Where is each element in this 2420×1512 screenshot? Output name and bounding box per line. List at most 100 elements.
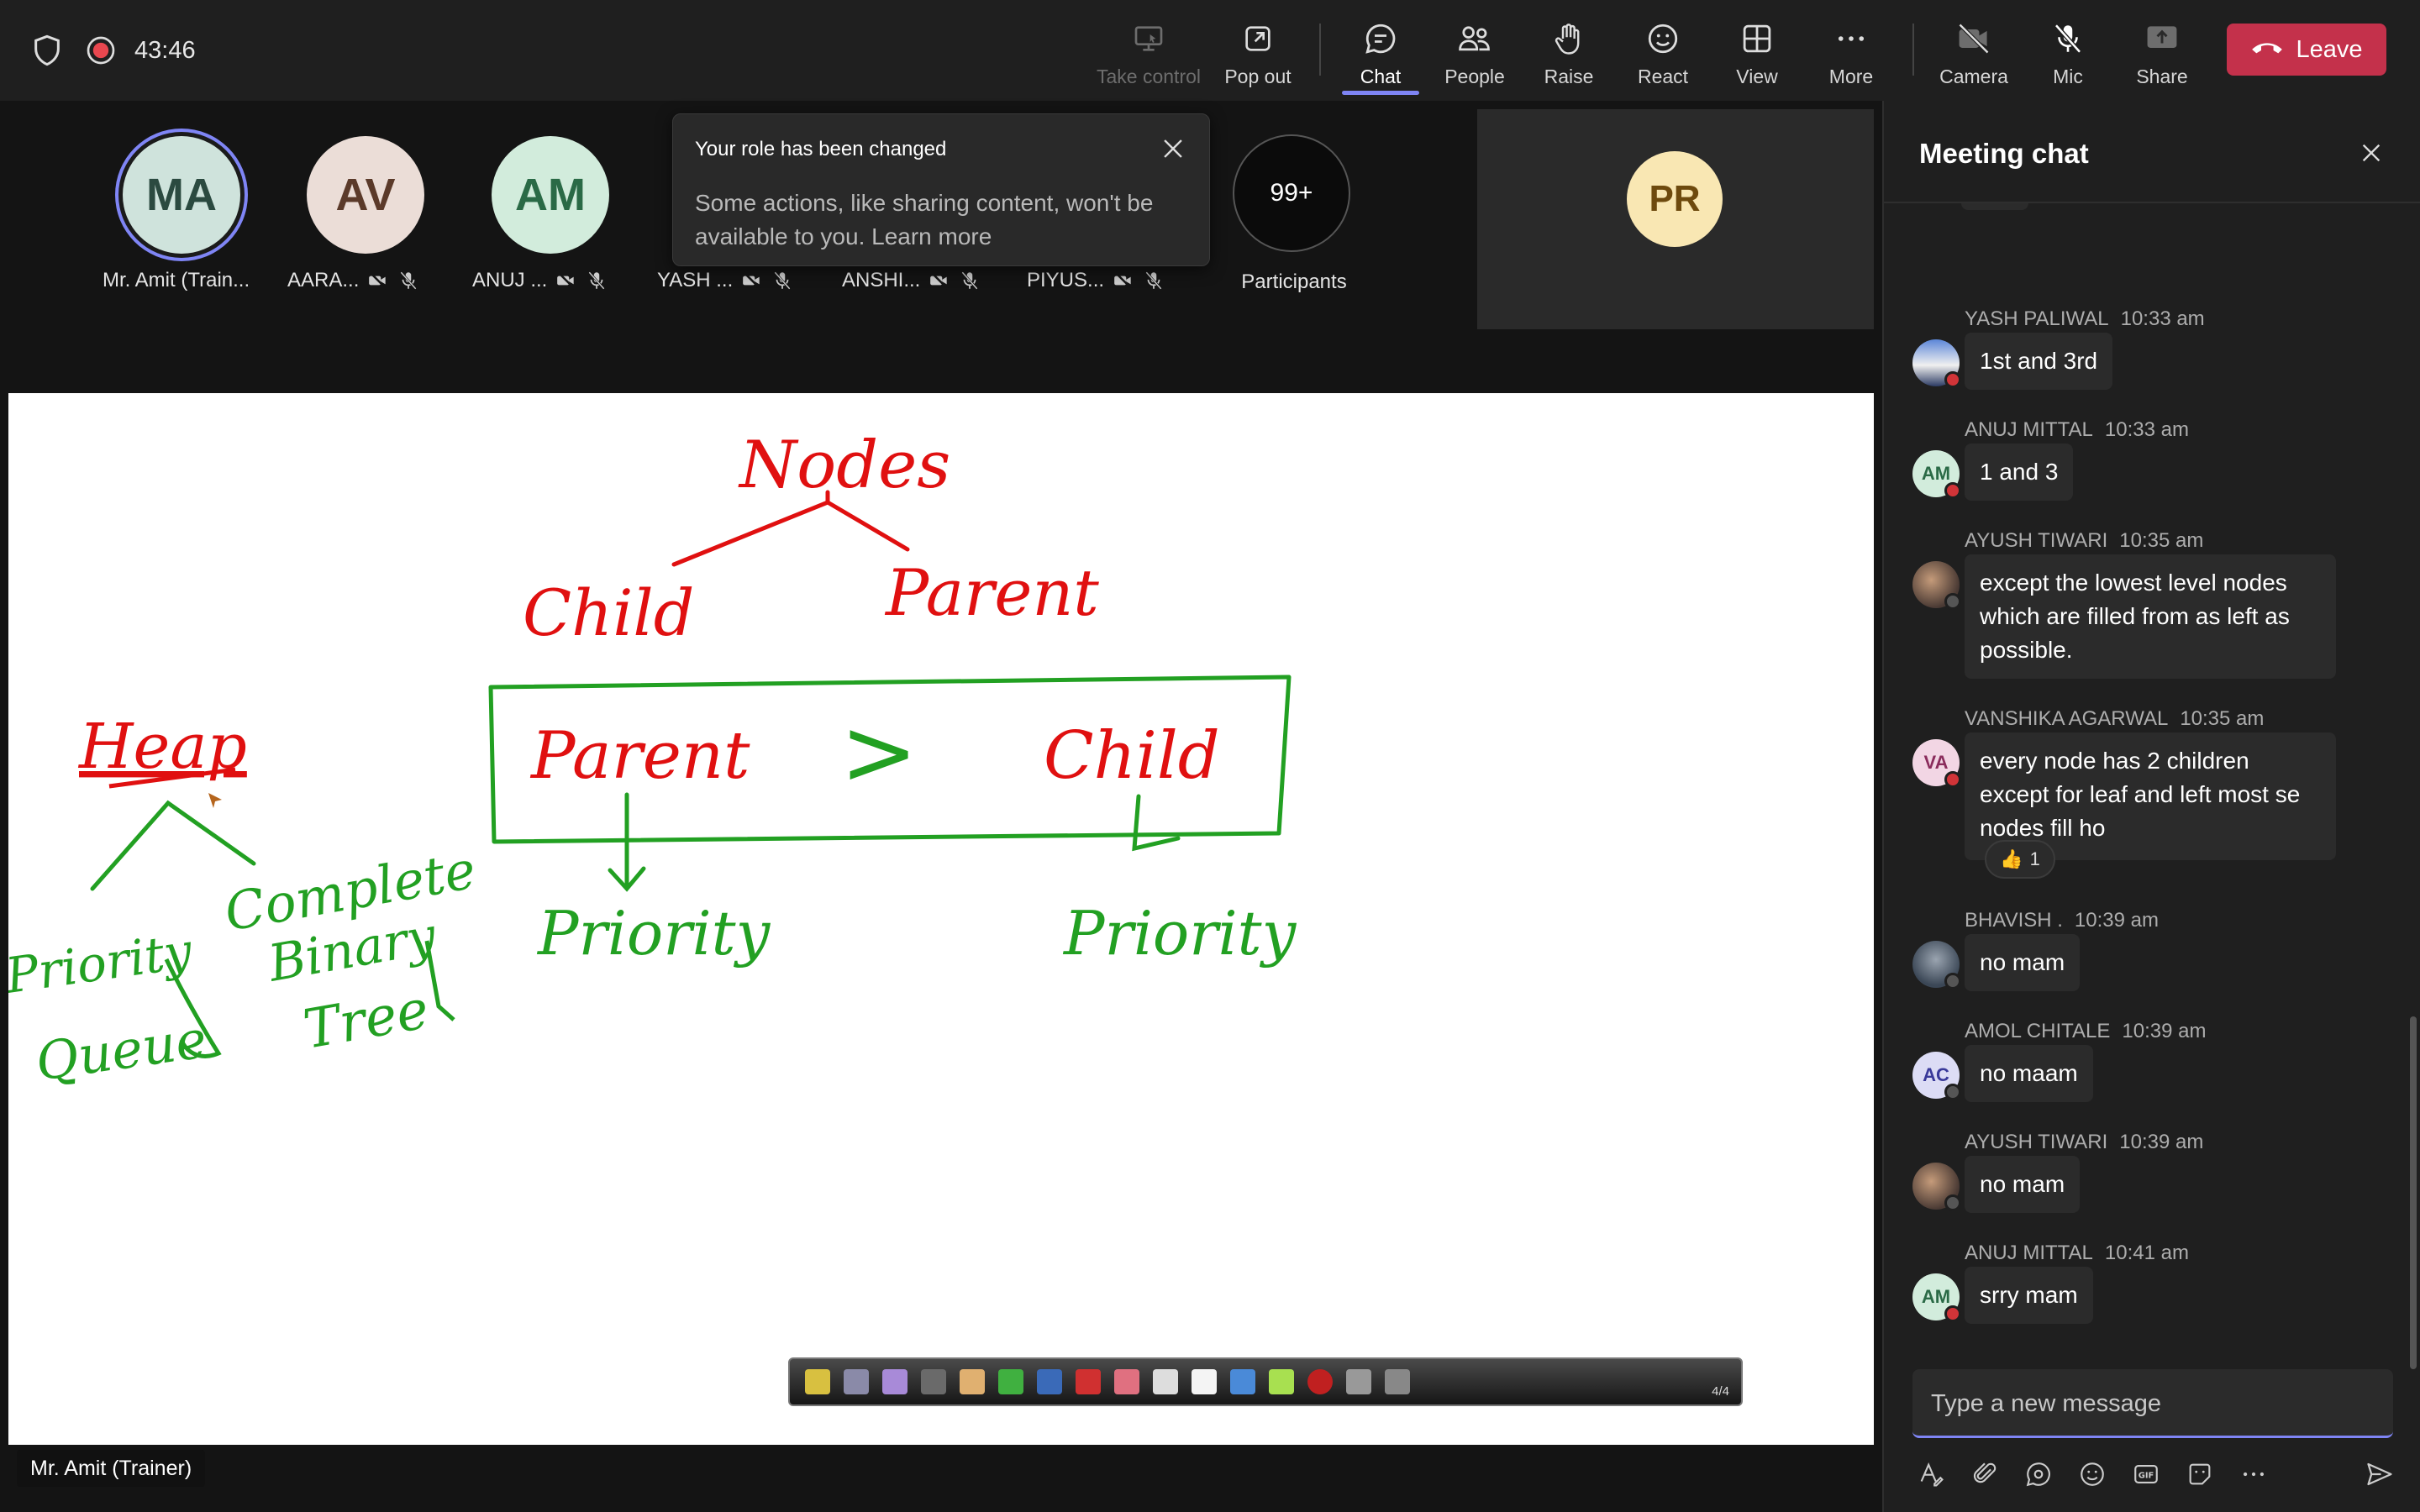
react-button[interactable]: React: [1616, 15, 1710, 91]
line-tool-icon[interactable]: [1230, 1369, 1255, 1394]
gear-icon[interactable]: [1385, 1369, 1410, 1394]
share-icon: [2142, 18, 2182, 59]
whiteboard-page-indicator: 4/4: [1712, 1384, 1729, 1399]
message-bubble: except the lowest level nodes which are …: [1965, 554, 2336, 679]
camera-tool-icon[interactable]: [1346, 1369, 1371, 1394]
fill-tool-icon[interactable]: [1192, 1369, 1217, 1394]
chat-icon: [1360, 18, 1401, 59]
eraser-tool-icon[interactable]: [921, 1369, 946, 1394]
message-meta: VANSHIKA AGARWAL 10:35 am: [1965, 707, 2264, 731]
video-tile[interactable]: PR: [1477, 109, 1874, 329]
video-off-icon: [741, 270, 763, 291]
emoji-icon[interactable]: [2077, 1459, 2107, 1489]
wb-text-gt: >: [840, 698, 918, 806]
leave-button[interactable]: Leave: [2227, 24, 2386, 76]
pen-tool-icon[interactable]: [960, 1369, 985, 1394]
camera-label: Camera: [1939, 66, 2008, 87]
chat-label: Chat: [1360, 66, 1402, 87]
take-control-button[interactable]: Take control: [1097, 15, 1201, 91]
wb-text-child-box: Child: [1044, 718, 1220, 794]
take-control-label: Take control: [1097, 66, 1202, 87]
more-icon[interactable]: [2238, 1459, 2269, 1489]
status-icon: [1944, 771, 1961, 788]
pop-out-button[interactable]: Pop out: [1211, 15, 1305, 91]
highlighter-tool-icon[interactable]: [998, 1369, 1023, 1394]
gif-icon[interactable]: GIF: [2131, 1459, 2161, 1489]
avatar-initials: AM: [1921, 1286, 1951, 1307]
participant-name-text: Mr. Amit (Train...: [103, 269, 250, 291]
wb-text-priority-left: Priority: [536, 898, 771, 969]
share-button[interactable]: Share: [2115, 15, 2209, 91]
mic-label: Mic: [2053, 66, 2083, 87]
toolbar-separator: [1319, 24, 1321, 76]
participant-name: PIYUS...: [1027, 269, 1165, 292]
loop-icon[interactable]: [2023, 1459, 2054, 1489]
people-label: People: [1444, 66, 1505, 87]
select-tool-icon[interactable]: [1153, 1369, 1178, 1394]
meeting-toolbar: 43:46 Take control Pop out Chat People R…: [0, 0, 2420, 101]
participants-count-button[interactable]: 99+: [1233, 134, 1350, 252]
view-button[interactable]: View: [1710, 15, 1804, 91]
message-author: VANSHIKA AGARWAL: [1965, 707, 2169, 730]
message-time: 10:41 am: [2104, 1242, 2189, 1264]
chat-button[interactable]: Chat: [1334, 15, 1428, 95]
status-icon: [1944, 371, 1961, 388]
avatar: AC: [1912, 1052, 1961, 1100]
notification-body: Some actions, like sharing content, won'…: [695, 190, 1154, 249]
close-icon[interactable]: [2358, 139, 2385, 166]
wb-cursor-icon: [208, 793, 222, 808]
wb-text-parent-box: Parent: [529, 718, 750, 794]
participant-name: ANSHI...: [842, 269, 981, 292]
format-icon[interactable]: [1916, 1459, 1946, 1489]
avatar: [1912, 339, 1961, 388]
avatar: PR: [1627, 151, 1723, 247]
record-tool-icon[interactable]: [1307, 1369, 1333, 1394]
recording-icon: [84, 0, 118, 101]
raise-hand-button[interactable]: Raise: [1522, 15, 1616, 91]
video-off-icon: [555, 270, 577, 291]
slides-tool-icon[interactable]: [844, 1369, 869, 1394]
sticky-tool-icon[interactable]: [1269, 1369, 1294, 1394]
participant-tile[interactable]: AV: [265, 136, 466, 338]
react-label: React: [1637, 66, 1689, 87]
send-icon[interactable]: [2365, 1459, 2395, 1489]
people-button[interactable]: People: [1428, 15, 1522, 91]
chat-scrollbar[interactable]: [2410, 1016, 2417, 1369]
svg-text:GIF: GIF: [2139, 1471, 2154, 1480]
sticker-icon[interactable]: [2185, 1459, 2215, 1489]
video-off-icon: [367, 270, 389, 291]
more-label: More: [1828, 66, 1874, 87]
camera-button[interactable]: Camera: [1927, 15, 2021, 91]
share-label: Share: [2136, 66, 2188, 87]
view-label: View: [1736, 66, 1778, 87]
message-author: AYUSH TIWARI: [1965, 1131, 2108, 1153]
avatar: VA: [1912, 739, 1961, 788]
participant-name: Mr. Amit (Train...: [103, 269, 250, 292]
participant-name: ANUJ ...: [472, 269, 608, 292]
participant-name-text: AARA...: [287, 269, 360, 291]
text-tool-icon[interactable]: [1037, 1369, 1062, 1394]
pointer-tool-icon[interactable]: [805, 1369, 830, 1394]
participant-tile[interactable]: MA: [81, 136, 282, 338]
mic-off-icon: [959, 270, 981, 291]
attach-icon[interactable]: [1970, 1459, 2000, 1489]
message-input[interactable]: [1931, 1384, 2368, 1423]
message-author: ANUJ MITTAL: [1965, 418, 2093, 441]
reaction-badge[interactable]: 👍 1: [1985, 840, 2055, 879]
participant-tile[interactable]: AM: [450, 136, 651, 338]
phone-hangup-icon: [2250, 36, 2284, 64]
presenter-name-tag: Mr. Amit (Trainer): [17, 1450, 206, 1487]
mic-off-icon: [2048, 18, 2088, 59]
mic-button[interactable]: Mic: [2021, 15, 2115, 91]
mic-off-icon: [586, 270, 608, 291]
avatar: AM: [1912, 450, 1961, 499]
message-bubble: 1st and 3rd: [1965, 333, 2113, 390]
message-compose-box[interactable]: [1912, 1369, 2393, 1438]
avatar: AM: [492, 136, 609, 254]
page-tool-icon[interactable]: [882, 1369, 908, 1394]
eraser-pink-icon[interactable]: [1114, 1369, 1139, 1394]
close-icon[interactable]: [1159, 134, 1187, 163]
more-button[interactable]: More: [1804, 15, 1898, 91]
message-author: AMOL CHITALE: [1965, 1020, 2111, 1042]
shape-tool-icon[interactable]: [1076, 1369, 1101, 1394]
